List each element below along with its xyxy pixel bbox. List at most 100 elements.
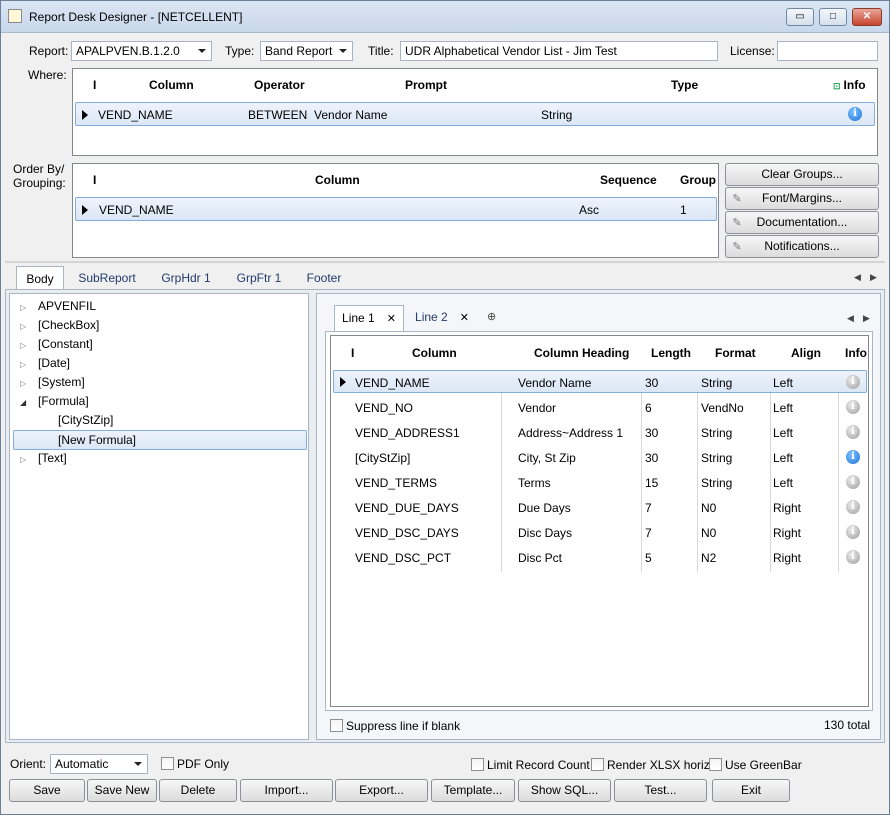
- import-button[interactable]: Import...: [240, 779, 333, 802]
- use-greenbar-checkbox[interactable]: [709, 758, 722, 771]
- tree-item-constant[interactable]: [Constant]: [38, 337, 93, 351]
- license-input[interactable]: [777, 41, 878, 61]
- line-scroll-right-icon[interactable]: ▶: [863, 313, 870, 324]
- table-row[interactable]: VEND_NAME Asc 1: [75, 197, 717, 221]
- exit-button[interactable]: Exit: [712, 779, 790, 802]
- suppress-line-checkbox[interactable]: [330, 719, 343, 732]
- documentation-label: Documentation...: [756, 215, 848, 229]
- report-combo[interactable]: APALPVEN.B.1.2.0: [71, 41, 212, 61]
- tree-item-apvenfil[interactable]: APVENFIL: [38, 299, 96, 313]
- where-col-column[interactable]: Column: [149, 78, 194, 92]
- line-col-info[interactable]: Info: [845, 346, 867, 360]
- tab-body[interactable]: Body: [16, 266, 64, 290]
- table-row[interactable]: VEND_NAME BETWEEN Vendor Name String i: [75, 102, 875, 126]
- tab-footer[interactable]: Footer: [299, 266, 349, 290]
- line-grid[interactable]: I Column Column Heading Length Format Al…: [330, 335, 869, 707]
- info-icon[interactable]: i: [846, 375, 860, 389]
- orderby-label: Order By/Grouping:: [13, 162, 73, 190]
- info-icon[interactable]: i: [846, 425, 860, 439]
- font-margins-button[interactable]: ✎ Font/Margins...: [725, 187, 879, 210]
- orderby-col-column[interactable]: Column: [315, 173, 360, 187]
- expand-icon[interactable]: ▷: [20, 455, 26, 464]
- minimize-button[interactable]: ▭: [786, 8, 814, 26]
- close-icon[interactable]: ✕: [387, 313, 396, 325]
- documentation-button[interactable]: ✎ Documentation...: [725, 211, 879, 234]
- line-cell-align: Right: [773, 501, 802, 515]
- tab-grphdr1[interactable]: GrpHdr 1: [153, 266, 219, 290]
- total-count: 130 total: [824, 718, 871, 732]
- limit-record-checkbox[interactable]: [471, 758, 484, 771]
- info-icon[interactable]: i: [846, 475, 860, 489]
- where-cell-type: String: [541, 108, 573, 122]
- pencil-icon: ✎: [732, 217, 742, 229]
- tree-item-formula[interactable]: [Formula]: [38, 394, 89, 408]
- render-xlsx-checkbox[interactable]: [591, 758, 604, 771]
- tree-item-checkbox[interactable]: [CheckBox]: [38, 318, 99, 332]
- export-button[interactable]: Export...: [335, 779, 428, 802]
- line-col-marker: I: [351, 346, 355, 360]
- line-col-format[interactable]: Format: [715, 346, 756, 360]
- expand-icon[interactable]: ▷: [20, 360, 26, 369]
- tab-line-1[interactable]: Line 1 ✕: [334, 305, 404, 331]
- add-line-icon[interactable]: ⊕: [487, 310, 496, 323]
- line-scroll-left-icon[interactable]: ◀: [847, 313, 854, 324]
- orderby-grid[interactable]: I Column Sequence Group VEND_NAME Asc 1: [72, 163, 719, 258]
- tab-scroll-right-icon[interactable]: ▶: [870, 272, 877, 283]
- save-new-button[interactable]: Save New: [87, 779, 157, 802]
- tab-subreport[interactable]: SubReport: [73, 266, 141, 290]
- where-col-info[interactable]: ⊡ Info: [833, 78, 866, 92]
- line-col-column[interactable]: Column: [412, 346, 457, 360]
- orderby-col-group[interactable]: Group: [680, 173, 716, 187]
- show-sql-button[interactable]: Show SQL...: [518, 779, 611, 802]
- info-icon[interactable]: i: [848, 107, 862, 121]
- test-button[interactable]: Test...: [614, 779, 707, 802]
- line-cell-column: VEND_DSC_DAYS: [355, 526, 459, 540]
- tree-item-new-formula-row[interactable]: [New Formula]: [13, 430, 307, 450]
- line-cell-heading: Vendor Name: [518, 376, 592, 390]
- tree-item-text[interactable]: [Text]: [38, 451, 67, 465]
- close-icon[interactable]: ✕: [460, 312, 469, 324]
- info-icon[interactable]: i: [846, 450, 860, 464]
- where-grid[interactable]: I Column Operator Prompt Type ⊡ Info VEND…: [72, 68, 878, 156]
- tab-grpftr1[interactable]: GrpFtr 1: [229, 266, 289, 290]
- clear-groups-button[interactable]: Clear Groups...: [725, 163, 879, 186]
- close-button[interactable]: ✕: [852, 8, 882, 26]
- orderby-col-sequence[interactable]: Sequence: [600, 173, 657, 187]
- chevron-down-icon: [339, 49, 347, 53]
- type-combo[interactable]: Band Report: [260, 41, 353, 61]
- type-label: Type:: [225, 44, 255, 58]
- where-col-operator[interactable]: Operator: [254, 78, 305, 92]
- line-cell-heading: Terms: [518, 476, 551, 490]
- line-col-heading[interactable]: Column Heading: [534, 346, 629, 360]
- info-icon[interactable]: i: [846, 400, 860, 414]
- tree-item-date[interactable]: [Date]: [38, 356, 70, 370]
- delete-button[interactable]: Delete: [159, 779, 237, 802]
- save-button[interactable]: Save: [9, 779, 85, 802]
- maximize-button[interactable]: □: [819, 8, 847, 26]
- orient-combo[interactable]: Automatic: [50, 754, 148, 774]
- tree-item-system[interactable]: [System]: [38, 375, 85, 389]
- info-icon[interactable]: i: [846, 525, 860, 539]
- expand-icon[interactable]: ▷: [20, 322, 26, 331]
- info-icon[interactable]: i: [846, 500, 860, 514]
- notifications-button[interactable]: ✎ Notifications...: [725, 235, 879, 258]
- tree-item-citystzip[interactable]: [CityStZip]: [58, 413, 113, 427]
- pdf-only-checkbox[interactable]: [161, 757, 174, 770]
- expand-icon[interactable]: ▷: [20, 303, 26, 312]
- field-tree[interactable]: ▷ APVENFIL ▷ [CheckBox] ▷ [Constant] ▷ […: [9, 293, 309, 740]
- where-col-type[interactable]: Type: [671, 78, 698, 92]
- template-button[interactable]: Template...: [431, 779, 515, 802]
- expand-icon[interactable]: ▷: [20, 341, 26, 350]
- info-icon[interactable]: i: [846, 550, 860, 564]
- tab-line-2[interactable]: Line 2 ✕: [412, 305, 472, 329]
- orderby-col-marker: I: [93, 173, 97, 187]
- line-cell-length: 7: [645, 501, 652, 515]
- expand-icon[interactable]: ▷: [20, 379, 26, 388]
- where-col-prompt[interactable]: Prompt: [405, 78, 447, 92]
- line-col-length[interactable]: Length: [651, 346, 691, 360]
- collapse-icon[interactable]: ◢: [20, 398, 26, 407]
- line-cell-column: VEND_DUE_DAYS: [355, 501, 459, 515]
- title-input[interactable]: UDR Alphabetical Vendor List - Jim Test: [400, 41, 718, 61]
- tab-scroll-left-icon[interactable]: ◀: [854, 272, 861, 283]
- line-col-align[interactable]: Align: [791, 346, 821, 360]
